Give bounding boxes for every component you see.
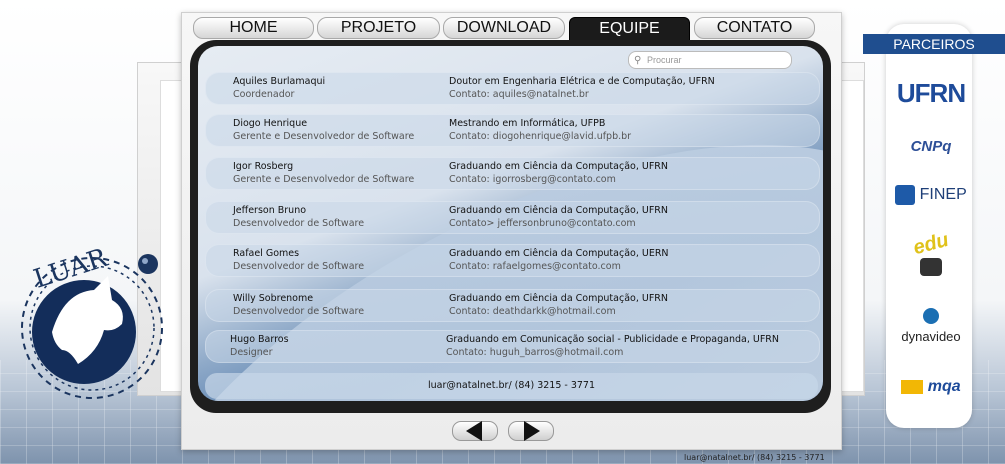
partner-dynavideo-logo[interactable]: dynavideo xyxy=(894,308,968,353)
member-role: Coordenador xyxy=(233,89,295,100)
member-degree: Graduando em Ciência da Computação, UFRN xyxy=(449,161,668,172)
partner-ufrn-logo[interactable]: UFRN xyxy=(894,78,968,110)
member-name: Aquiles Burlamaqui xyxy=(233,76,326,87)
search-placeholder: Procurar xyxy=(647,55,682,65)
ufrn-logo-text: UFRN xyxy=(896,78,966,108)
mascot-icon xyxy=(920,258,942,276)
member-contact: Contato: igorrosberg@contato.com xyxy=(449,174,616,185)
bottom-contact: luar@natalnet.br/ (84) 3215 - 3771 xyxy=(684,453,825,462)
partner-finep-logo[interactable]: FINEP xyxy=(894,185,968,215)
team-member-row: Willy Sobrenome Desenvolvedor de Softwar… xyxy=(205,289,820,322)
mqa-logo-text: mqa xyxy=(927,378,961,395)
dynavideo-logo-text: dynavideo xyxy=(901,329,961,344)
tab-contato[interactable]: CONTATO xyxy=(694,17,815,39)
member-name: Diogo Henrique xyxy=(233,118,308,129)
member-degree: Graduando em Ciência da Computação, UFRN xyxy=(449,293,668,304)
member-name: Jefferson Bruno xyxy=(233,205,307,216)
tab-home[interactable]: HOME xyxy=(193,17,314,39)
member-contact: Contato: rafaelgomes@contato.com xyxy=(449,261,621,272)
cnpq-logo-text: CNPq xyxy=(910,138,952,155)
member-name: Willy Sobrenome xyxy=(233,293,314,304)
member-degree: Graduando em Ciência da Computação, UERN xyxy=(449,248,669,259)
team-member-row: Aquiles Burlamaqui Coordenador Doutor em… xyxy=(205,72,820,105)
tab-projeto[interactable]: PROJETO xyxy=(317,17,440,39)
footer-contact: luar@natalnet.br/ (84) 3215 - 3771 xyxy=(205,373,818,399)
member-name: Hugo Barros xyxy=(230,334,289,345)
team-member-row: Rafael Gomes Desenvolvedor de Software G… xyxy=(205,244,820,277)
search-input[interactable]: ⚲ Procurar xyxy=(628,51,792,69)
member-role: Desenvolvedor de Software xyxy=(233,218,365,229)
member-role: Designer xyxy=(230,347,273,358)
member-role: Desenvolvedor de Software xyxy=(233,261,365,272)
finep-icon xyxy=(895,185,916,205)
member-contact: Contato: huguh_barros@hotmail.com xyxy=(446,347,624,358)
dynavideo-icon xyxy=(923,308,939,324)
member-degree: Doutor em Engenharia Elétrica e de Compu… xyxy=(449,76,715,87)
partner-cnpq-logo[interactable]: CNPq xyxy=(894,135,968,165)
finep-logo-text: FINEP xyxy=(919,186,967,203)
member-name: Rafael Gomes xyxy=(233,248,300,259)
arrow-left-icon xyxy=(466,421,482,441)
tab-download[interactable]: DOWNLOAD xyxy=(443,17,565,39)
partners-title: PARCEIROS xyxy=(863,34,1005,54)
member-contact: Contato: diogohenrique@lavid.ufpb.br xyxy=(449,131,632,142)
team-member-row: Diogo Henrique Gerente e Desenvolvedor d… xyxy=(205,114,820,147)
previous-button[interactable] xyxy=(452,421,498,441)
member-degree: Graduando em Ciência da Computação, UFRN xyxy=(449,205,668,216)
member-contact: Contato: aquiles@natalnet.br xyxy=(449,89,589,100)
member-degree: Mestrando em Informática, UFPB xyxy=(449,118,606,129)
member-degree: Graduando em Comunicação social - Public… xyxy=(446,334,779,345)
arrow-right-icon xyxy=(524,421,540,441)
team-member-row: Igor Rosberg Gerente e Desenvolvedor de … xyxy=(205,157,820,190)
member-role: Desenvolvedor de Software xyxy=(233,306,365,317)
team-member-row: Hugo Barros Designer Graduando em Comuni… xyxy=(205,330,820,363)
partner-mqa-logo[interactable]: mqa xyxy=(894,378,968,402)
member-contact: Contato> jeffersonbruno@contato.com xyxy=(449,218,636,229)
luar-logo: LUAR xyxy=(4,232,176,402)
partner-edu-logo[interactable]: edu xyxy=(894,229,968,280)
member-contact: Contato: deathdarkk@hotmail.com xyxy=(449,306,616,317)
member-role: Gerente e Desenvolvedor de Software xyxy=(233,131,415,142)
back-panel-right-edge xyxy=(840,80,864,392)
search-icon: ⚲ xyxy=(634,55,642,66)
next-button[interactable] xyxy=(508,421,554,441)
team-member-row: Jefferson Bruno Desenvolvedor de Softwar… xyxy=(205,201,820,234)
member-role: Gerente e Desenvolvedor de Software xyxy=(233,174,415,185)
member-name: Igor Rosberg xyxy=(233,161,294,172)
mqa-icon xyxy=(901,380,924,394)
luar-logo-graphic: LUAR xyxy=(21,243,163,399)
